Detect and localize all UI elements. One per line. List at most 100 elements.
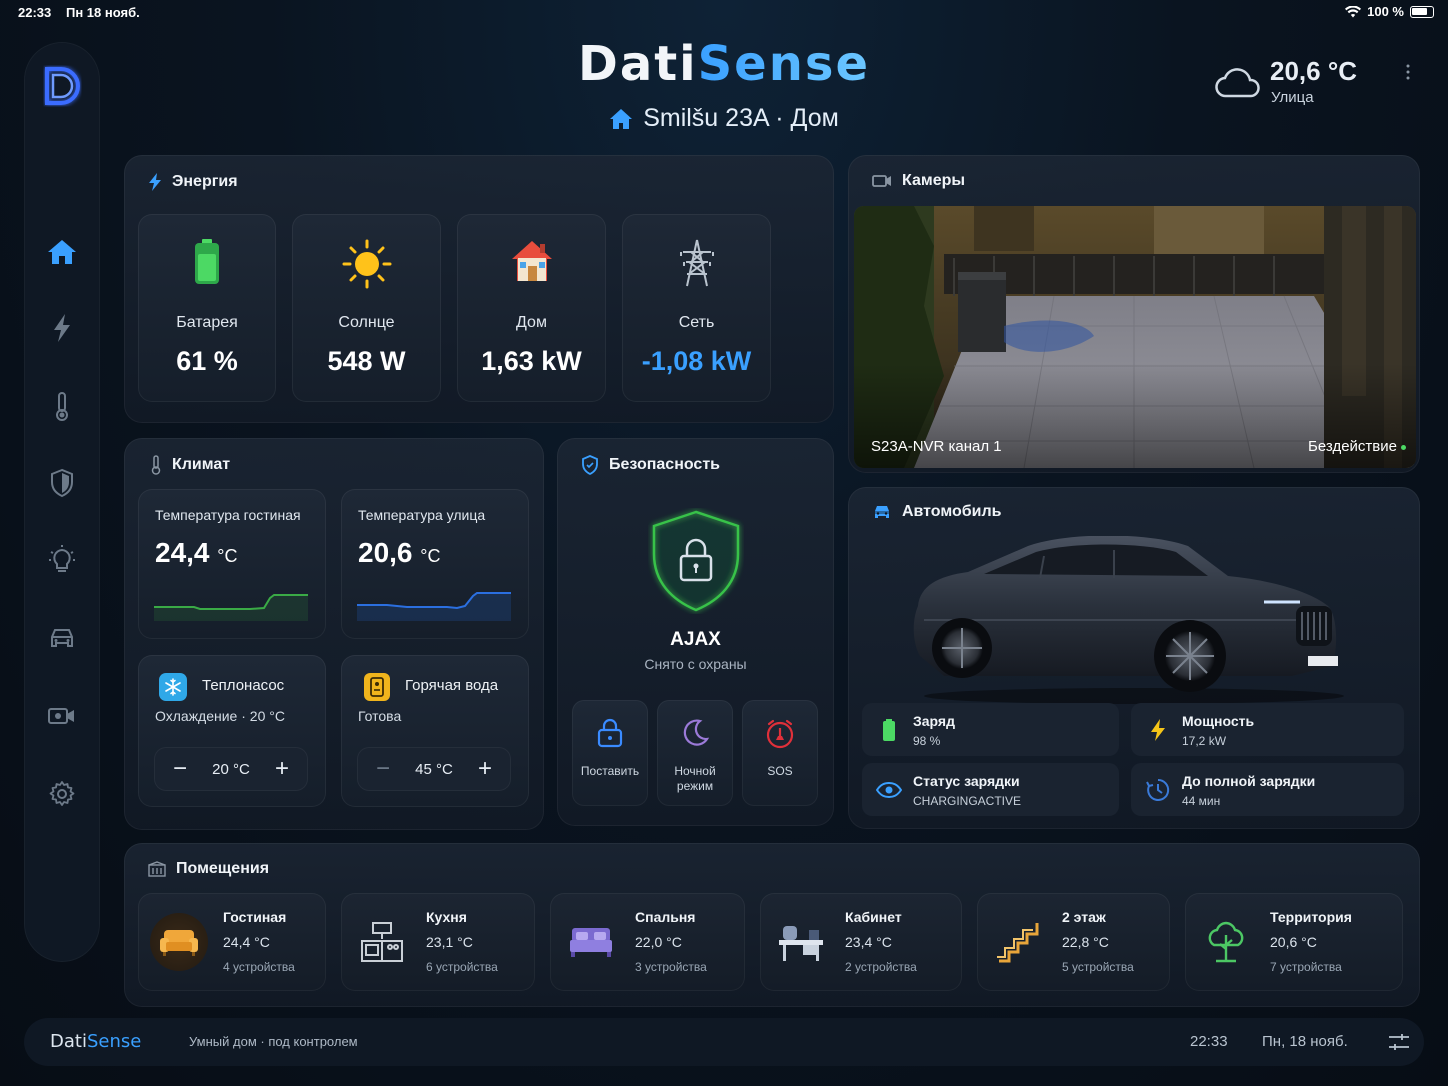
car-charge-value: 98 % (913, 734, 941, 748)
room-tile-territory[interactable]: Территория 20,6 °C 7 устройства (1185, 893, 1403, 991)
sun-icon (292, 238, 441, 290)
camera-status-dot (1401, 445, 1406, 450)
nav-shield-icon[interactable] (44, 465, 80, 501)
car-icon (875, 506, 889, 518)
room-name: Кухня (426, 909, 467, 925)
room-temp: 20,6 °C (1270, 934, 1317, 950)
night-mode-label: Ночной режим (674, 764, 716, 793)
car-power-value: 17,2 kW (1182, 734, 1227, 748)
room-tile-bedroom[interactable]: Спальня 22,0 °C 3 устройства (550, 893, 745, 991)
brand-part-2: Sense (697, 36, 871, 92)
room-devices: 7 устройства (1270, 960, 1342, 974)
decrease-button[interactable]: − (373, 757, 393, 781)
car-charge-stat[interactable]: Заряд 98 % (862, 703, 1119, 756)
room-temp: 23,4 °C (845, 934, 892, 950)
nav-thermometer-icon[interactable] (44, 388, 80, 424)
home-icon (610, 108, 633, 129)
moon-icon (657, 718, 733, 748)
arm-button-label: Поставить (580, 764, 640, 778)
sos-button[interactable]: SOS (742, 700, 818, 806)
footer-tagline: Умный дом · под контролем (189, 1034, 358, 1049)
living-temp-sparkline (154, 594, 308, 621)
status-date: Пн 18 нояб. (66, 5, 140, 20)
nav-energy-icon[interactable] (44, 310, 80, 346)
car-charge-label: Заряд (913, 713, 955, 729)
energy-tile-grid[interactable]: Сеть -1,08 kW (622, 214, 771, 402)
shield-icon (582, 455, 598, 475)
sliders-icon[interactable] (1388, 1032, 1410, 1052)
increase-button[interactable]: + (272, 757, 292, 781)
decrease-button[interactable]: − (170, 757, 190, 781)
room-tile-second-floor[interactable]: 2 этаж 22,8 °C 5 устройства (977, 893, 1170, 991)
energy-tile-home[interactable]: Дом 1,63 kW (457, 214, 606, 402)
living-temp-value-row: 24,4 °C (155, 537, 237, 569)
energy-title-text: Энергия (172, 173, 238, 190)
location-title[interactable]: Smilšu 23A · Дом (0, 104, 1448, 133)
nav-camera-icon[interactable] (44, 698, 80, 734)
room-tile-office[interactable]: Кабинет 23,4 °C 2 устройства (760, 893, 962, 991)
snowflake-icon (159, 673, 187, 701)
room-temp: 22,0 °C (635, 934, 682, 950)
nav-settings-icon[interactable] (44, 776, 80, 812)
hot-water-status: Готова (358, 708, 402, 724)
building-icon (148, 861, 166, 877)
energy-tile-label: Батарея (176, 314, 238, 331)
car-title-text: Автомобиль (902, 503, 1002, 520)
living-temp-value: 24,4 (155, 537, 210, 568)
energy-tile-value: 548 W (327, 346, 406, 376)
outside-temperature-tile[interactable]: Температура улица 20,6 °C (341, 489, 529, 639)
camera-status-label: Бездействие (1308, 438, 1397, 455)
room-devices: 3 устройства (635, 960, 707, 974)
room-name: Спальня (635, 909, 696, 925)
footer-brand: DatiSense (50, 1031, 141, 1052)
car-power-label: Мощность (1182, 713, 1255, 729)
power-tower-icon (622, 238, 771, 288)
sidebar (24, 42, 100, 962)
nav-home-icon[interactable] (44, 234, 80, 270)
room-name: Территория (1270, 909, 1352, 925)
lock-icon (572, 718, 648, 748)
room-tile-living[interactable]: Гостиная 24,4 °C 4 устройства (138, 893, 326, 991)
increase-button[interactable]: + (475, 757, 495, 781)
car-power-stat[interactable]: Мощность 17,2 kW (1131, 703, 1404, 756)
thermometer-icon (151, 455, 161, 475)
arm-button[interactable]: Поставить (572, 700, 648, 806)
hot-water-tile: Горячая вода Готова − 45 °C + (341, 655, 529, 807)
nav-lightbulb-icon[interactable] (44, 542, 80, 578)
security-state: Снято с охраны (644, 656, 747, 672)
hot-water-setpoint: 45 °C (415, 760, 453, 778)
room-tile-kitchen[interactable]: Кухня 23,1 °C 6 устройства (341, 893, 535, 991)
room-name: 2 этаж (1062, 909, 1106, 925)
location-text: Smilšu 23A · Дом (643, 104, 839, 132)
living-temp-unit: °C (217, 546, 238, 566)
more-menu-icon[interactable] (1404, 64, 1412, 80)
car-time-to-full-stat[interactable]: До полной зарядки 44 мин (1131, 763, 1404, 816)
climate-panel-title: Климат (150, 455, 230, 475)
shield-lock-icon (652, 510, 740, 612)
nav-car-icon[interactable] (44, 620, 80, 656)
car-panel-title: Автомобиль (872, 503, 1001, 521)
footer-brand-part-1: Dati (50, 1031, 87, 1052)
camera-feed[interactable]: S23A-NVR канал 1 Бездействие (854, 206, 1416, 468)
rooms-title-text: Помещения (176, 860, 270, 877)
battery-icon (876, 717, 902, 743)
cameras-title-text: Камеры (902, 172, 966, 189)
night-mode-button[interactable]: Ночной режим (657, 700, 733, 806)
room-devices: 4 устройства (223, 960, 295, 974)
outside-temp-unit: °C (420, 546, 441, 566)
energy-tile-battery[interactable]: Батарея 61 % (138, 214, 276, 402)
eye-icon (876, 777, 902, 803)
battery-icon (138, 238, 276, 286)
status-time: 22:33 (18, 5, 52, 20)
living-temperature-tile[interactable]: Температура гостиная 24,4 °C (138, 489, 326, 639)
car-charging-status-stat[interactable]: Статус зарядки CHARGINGACTIVE (862, 763, 1119, 816)
energy-tile-value: -1,08 kW (641, 346, 752, 376)
car-charging-status-value: CHARGINGACTIVE (913, 794, 1022, 808)
sos-label: SOS (767, 764, 793, 778)
energy-tile-solar[interactable]: Солнце 548 W (292, 214, 441, 402)
footer-brand-part-2: Sense (86, 1031, 142, 1052)
rooms-panel-title: Помещения (148, 860, 269, 878)
room-temp: 23,1 °C (426, 934, 473, 950)
climate-title-text: Климат (172, 456, 231, 473)
weather-label: Улица (1271, 89, 1314, 106)
